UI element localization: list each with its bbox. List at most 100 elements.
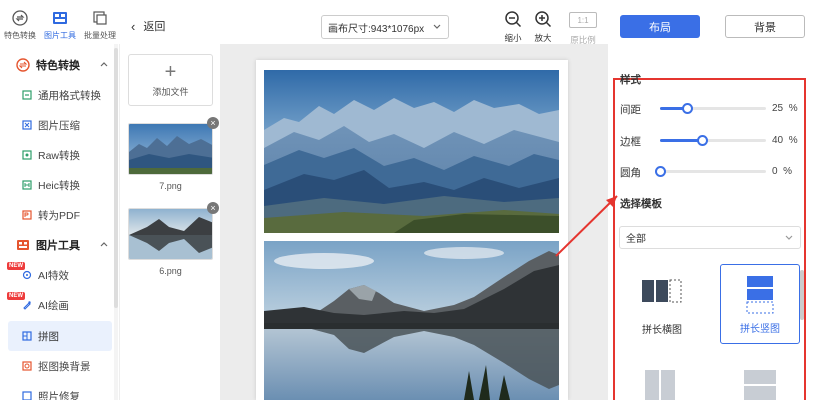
format-icon bbox=[22, 90, 32, 100]
sidebar-item-heic[interactable]: Heic转换 bbox=[8, 170, 112, 200]
slider-label: 边框 bbox=[620, 136, 641, 148]
template-filter-select[interactable]: 全部 bbox=[619, 226, 801, 249]
collage-image-2[interactable] bbox=[264, 241, 559, 400]
sidebar-item-raw[interactable]: Raw转换 bbox=[8, 140, 112, 170]
tab-batch-label: 批量处理 bbox=[84, 31, 116, 40]
back-button[interactable]: ‹ 返回 bbox=[131, 18, 165, 34]
sidebar-section-convert[interactable]: 特色转换 bbox=[0, 50, 112, 80]
style-heading: 样式 bbox=[620, 74, 641, 86]
chevron-up-icon bbox=[100, 242, 108, 247]
canvas-size-select[interactable]: 画布尺寸:943*1076px bbox=[321, 15, 449, 39]
repair-icon bbox=[22, 391, 32, 400]
remove-file-icon[interactable]: × bbox=[207, 202, 219, 214]
zoom-out-label: 缩小 bbox=[504, 33, 522, 43]
template-label: 拼长竖图 bbox=[740, 324, 780, 335]
border-slider[interactable] bbox=[660, 135, 766, 146]
collage-icon bbox=[22, 331, 32, 341]
tab-image-tools[interactable]: 图片工具 bbox=[40, 0, 80, 44]
zoom-out-button[interactable]: 缩小 bbox=[504, 10, 522, 44]
canvas-size-value: 画布尺寸:943*1076px bbox=[328, 23, 425, 35]
file-thumbnail[interactable] bbox=[128, 208, 213, 260]
slider-fill bbox=[660, 139, 703, 142]
slider-handle[interactable] bbox=[681, 103, 693, 114]
slider-label: 圆角 bbox=[620, 167, 641, 179]
tab-convert-label: 特色转换 bbox=[4, 31, 36, 40]
template-grid-icon bbox=[645, 370, 675, 400]
slider-unit: % bbox=[788, 103, 798, 114]
back-label: 返回 bbox=[143, 21, 166, 33]
chevron-down-icon bbox=[785, 235, 793, 240]
zoom-in-label: 放大 bbox=[534, 33, 552, 43]
spacing-slider[interactable] bbox=[660, 103, 766, 114]
top-tabs: 特色转换 图片工具 批量处理 bbox=[0, 0, 120, 44]
image-tools-icon bbox=[53, 12, 67, 24]
sidebar-item-cutout[interactable]: 抠图换背景 bbox=[8, 351, 112, 381]
sidebar-item-label: 通用格式转换 bbox=[38, 89, 101, 102]
mountain-reflection-photo bbox=[264, 241, 559, 400]
background-button[interactable]: 背景 bbox=[725, 15, 805, 38]
sidebar-section-image-tools[interactable]: 图片工具 bbox=[0, 230, 112, 260]
template-filter-value: 全部 bbox=[626, 234, 646, 245]
remove-file-icon[interactable]: × bbox=[207, 117, 219, 129]
horizontal-layout-icon bbox=[642, 279, 682, 303]
convert-icon bbox=[16, 58, 30, 72]
scrollbar-thumb[interactable] bbox=[114, 48, 118, 308]
compress-icon bbox=[22, 120, 32, 130]
sidebar-item-ai-paint[interactable]: AI绘画 bbox=[8, 290, 112, 320]
slider-number: 40 bbox=[772, 135, 784, 146]
slider-value: 40 % bbox=[772, 135, 802, 146]
zoom-out-icon bbox=[505, 11, 522, 28]
slider-value: 25 % bbox=[772, 103, 802, 114]
zoom-in-icon bbox=[535, 11, 552, 28]
sidebar-item-compress[interactable]: 图片压缩 bbox=[8, 110, 112, 140]
vertical-layout-icon bbox=[746, 276, 774, 314]
convert-icon bbox=[12, 10, 28, 26]
slider-unit: % bbox=[788, 135, 798, 146]
plus-icon: + bbox=[164, 60, 177, 83]
sidebar-item-label: 拼图 bbox=[38, 330, 59, 343]
mountain-lake-thumbnail bbox=[129, 124, 212, 174]
ai-effect-icon bbox=[22, 270, 32, 280]
original-ratio-button[interactable]: 1:1 原比例 bbox=[569, 10, 597, 46]
zoom-in-button[interactable]: 放大 bbox=[534, 10, 552, 44]
file-name: 6.png bbox=[159, 266, 182, 276]
template-heading: 选择模板 bbox=[620, 198, 662, 210]
sidebar-item-label: 照片修复 bbox=[38, 390, 80, 400]
template-scrollbar[interactable] bbox=[800, 270, 804, 320]
collage-image-1[interactable] bbox=[264, 70, 559, 233]
sidebar-item-label: 抠图换背景 bbox=[38, 360, 91, 373]
chevron-down-icon bbox=[433, 24, 441, 29]
slider-handle[interactable] bbox=[655, 166, 666, 177]
sidebar-scrollbar[interactable] bbox=[114, 44, 118, 400]
sidebar-item-label: AI特效 bbox=[38, 269, 69, 282]
template-label: 拼长横图 bbox=[642, 325, 682, 336]
sidebar-item-pdf[interactable]: 转为PDF bbox=[8, 200, 112, 230]
corner-radius-slider[interactable] bbox=[655, 166, 766, 177]
file-thumbnail[interactable] bbox=[128, 123, 213, 175]
template-vertical[interactable]: 拼长竖图 bbox=[720, 264, 800, 344]
pdf-icon bbox=[22, 210, 32, 220]
tab-convert[interactable]: 特色转换 bbox=[0, 0, 40, 44]
raw-icon bbox=[22, 150, 32, 160]
slider-number: 0 bbox=[772, 166, 778, 177]
tab-batch[interactable]: 批量处理 bbox=[80, 0, 120, 44]
chevron-left-icon: ‹ bbox=[131, 18, 136, 34]
sidebar-item-collage[interactable]: 拼图 bbox=[8, 321, 112, 351]
ai-paint-icon bbox=[23, 301, 31, 310]
cutout-icon bbox=[22, 361, 32, 371]
sidebar-item-repair[interactable]: 照片修复 bbox=[8, 381, 112, 400]
sidebar-item-label: 图片压缩 bbox=[38, 119, 80, 132]
add-file-button[interactable]: + 添加文件 bbox=[128, 54, 213, 106]
add-file-label: 添加文件 bbox=[152, 86, 189, 97]
sidebar-item-ai-effect[interactable]: AI特效 bbox=[8, 260, 112, 290]
tab-image-tools-label: 图片工具 bbox=[44, 31, 76, 40]
sidebar-section-label: 图片工具 bbox=[36, 240, 80, 252]
template-horizontal[interactable]: 拼长横图 bbox=[622, 264, 702, 344]
layout-button[interactable]: 布局 bbox=[620, 15, 700, 38]
sidebar-item-label: Heic转换 bbox=[38, 179, 81, 192]
slider-label: 间距 bbox=[620, 104, 641, 116]
ratio-icon: 1:1 bbox=[569, 12, 597, 28]
sidebar-item-format[interactable]: 通用格式转换 bbox=[8, 80, 112, 110]
sidebar-item-label: 转为PDF bbox=[38, 209, 80, 222]
image-tools-icon bbox=[17, 240, 29, 250]
